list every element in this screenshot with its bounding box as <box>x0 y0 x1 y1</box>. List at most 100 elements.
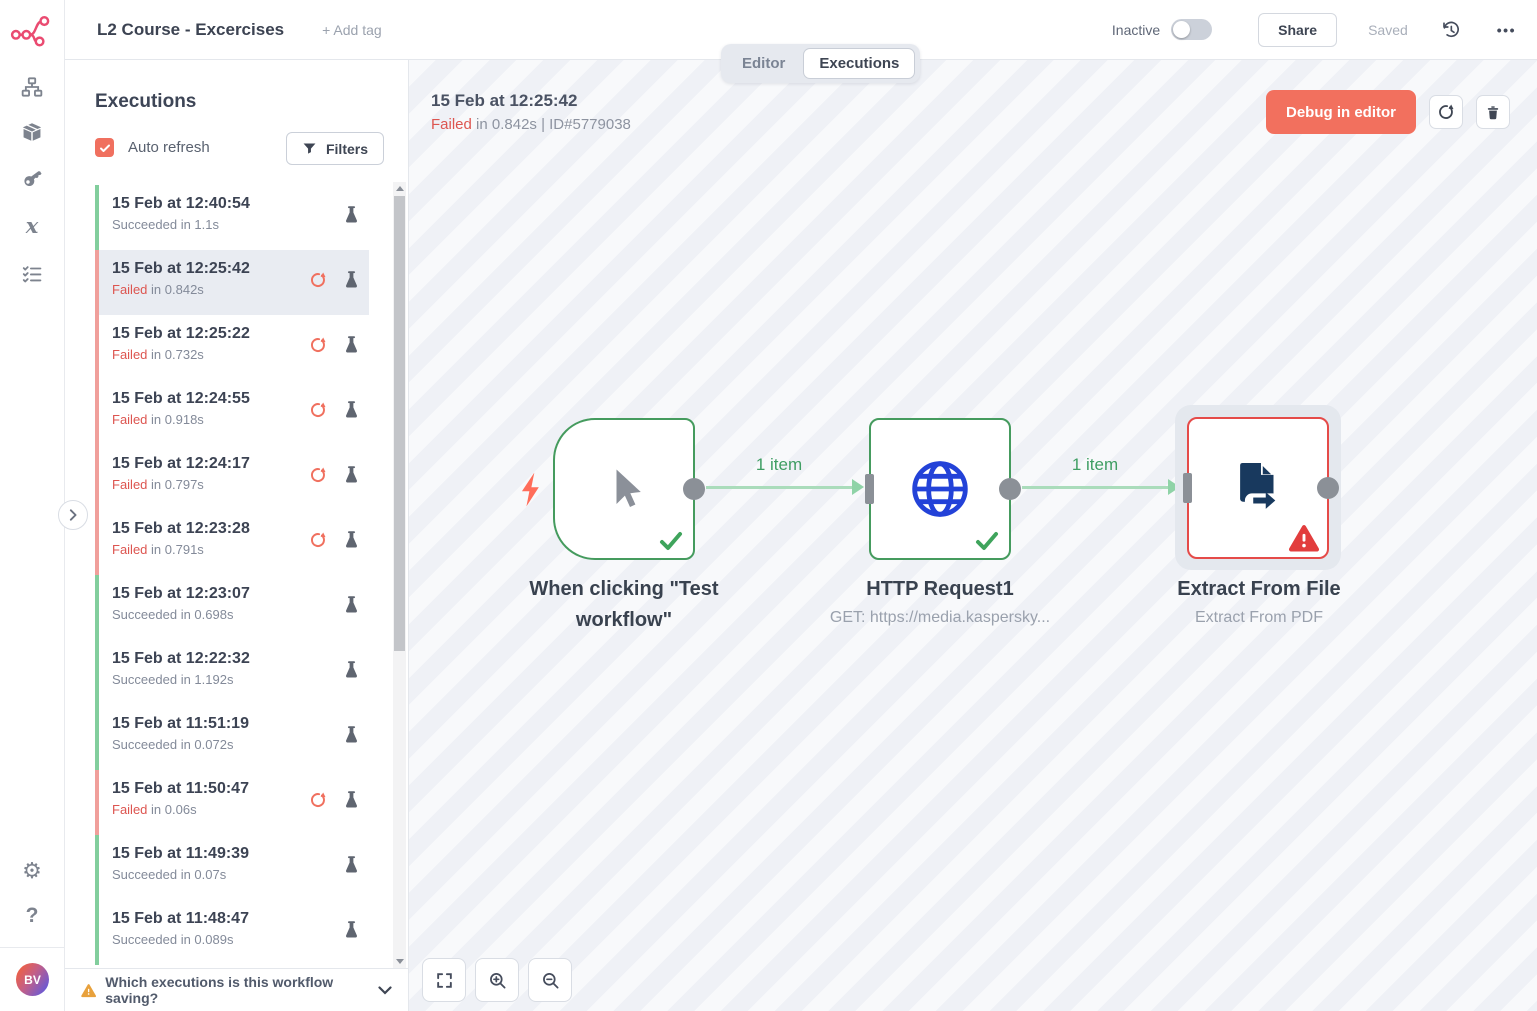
workflow-canvas[interactable]: 15 Feb at 12:25:42 Failed in 0.842s | ID… <box>409 60 1537 1011</box>
retry-icon[interactable] <box>309 271 327 289</box>
user-avatar[interactable]: BV <box>16 963 49 996</box>
panel-collapse-button[interactable] <box>58 500 88 530</box>
execution-status: Succeeded <box>112 932 177 947</box>
execution-item[interactable]: 15 Feb at 11:48:47 Succeeded in 0.089s <box>95 900 369 965</box>
execution-status: Failed <box>112 412 147 427</box>
execution-time: 15 Feb at 12:40:54 <box>112 195 369 213</box>
execution-item[interactable]: 15 Feb at 12:25:22 Failed in 0.732s <box>95 315 369 380</box>
tab-editor[interactable]: Editor <box>726 48 801 79</box>
execution-item[interactable]: 15 Feb at 12:22:32 Succeeded in 1.192s <box>95 640 369 705</box>
sidebar-item-workflows[interactable] <box>0 76 64 98</box>
execution-item[interactable]: 15 Feb at 11:49:39 Succeeded in 0.07s <box>95 835 369 900</box>
activation-toggle[interactable] <box>1171 19 1212 40</box>
workflow-title[interactable]: L2 Course - Excercises <box>97 20 284 40</box>
filters-button[interactable]: Filters <box>286 132 384 165</box>
execution-item[interactable]: 15 Feb at 11:50:47 Failed in 0.06s <box>95 770 369 835</box>
node-label: HTTP Request1 GET: https://media.kaspers… <box>800 574 1080 631</box>
execution-item[interactable]: 15 Feb at 12:24:55 Failed in 0.918s <box>95 380 369 445</box>
debug-flask-icon[interactable] <box>344 596 359 614</box>
filters-label: Filters <box>326 141 368 157</box>
debug-flask-icon[interactable] <box>344 466 359 484</box>
variables-icon: x <box>26 215 39 236</box>
scrollbar-thumb[interactable] <box>394 196 405 651</box>
debug-flask-icon[interactable] <box>344 271 359 289</box>
debug-flask-icon[interactable] <box>344 206 359 224</box>
auto-refresh-checkbox[interactable]: Auto refresh <box>95 138 210 157</box>
node-subtitle: GET: https://media.kaspersky... <box>800 606 1080 631</box>
execution-item[interactable]: 15 Feb at 11:51:19 Succeeded in 0.072s <box>95 705 369 770</box>
retry-icon[interactable] <box>309 531 327 549</box>
debug-flask-icon[interactable] <box>344 401 359 419</box>
node-manual-trigger[interactable] <box>553 418 695 560</box>
retry-icon[interactable] <box>309 336 327 354</box>
debug-in-editor-button[interactable]: Debug in editor <box>1266 90 1416 134</box>
scroll-up-arrow[interactable] <box>393 182 406 195</box>
delete-execution-button[interactable] <box>1476 95 1510 129</box>
settings-button[interactable]: ⚙ <box>0 860 64 882</box>
debug-flask-icon[interactable] <box>344 791 359 809</box>
canvas-controls <box>422 958 572 1002</box>
executions-saving-info[interactable]: Which executions is this workflow saving… <box>65 968 408 1011</box>
scroll-down-arrow[interactable] <box>393 955 406 968</box>
execution-duration: in 0.698s <box>181 607 234 622</box>
debug-flask-icon[interactable] <box>344 726 359 744</box>
executions-scrollbar[interactable] <box>393 182 406 968</box>
execution-status: Failed <box>112 477 147 492</box>
retry-icon <box>1437 103 1455 121</box>
execution-status: Failed <box>112 542 147 557</box>
execution-status: Failed <box>112 347 147 362</box>
retry-icon[interactable] <box>309 466 327 484</box>
trigger-bolt-icon <box>518 471 545 508</box>
add-tag-button[interactable]: + Add tag <box>322 22 382 38</box>
sidebar-item-variables[interactable]: x <box>0 215 64 236</box>
success-check-icon <box>659 531 683 551</box>
execution-time: 15 Feb at 12:23:07 <box>112 585 369 603</box>
sidebar-item-all-executions[interactable] <box>0 263 64 285</box>
retry-execution-button[interactable] <box>1429 95 1463 129</box>
n8n-logo-icon[interactable] <box>9 13 55 49</box>
history-icon[interactable] <box>1441 20 1461 40</box>
run-status: Failed <box>431 116 472 133</box>
share-button[interactable]: Share <box>1258 13 1337 47</box>
zoom-out-button[interactable] <box>528 958 572 1002</box>
execution-time: 15 Feb at 11:49:39 <box>112 845 369 863</box>
execution-status: Failed <box>112 802 147 817</box>
execution-item[interactable]: 15 Feb at 12:23:07 Succeeded in 0.698s <box>95 575 369 640</box>
execution-item[interactable]: 15 Feb at 12:40:54 Succeeded in 1.1s <box>95 185 369 250</box>
execution-item[interactable]: 15 Feb at 12:23:28 Failed in 0.791s <box>95 510 369 575</box>
execution-duration: in 0.797s <box>151 477 204 492</box>
execution-status: Failed <box>112 282 147 297</box>
execution-duration: in 0.072s <box>181 737 234 752</box>
tab-executions[interactable]: Executions <box>803 48 915 79</box>
node-name: When clicking "Test workflow" <box>484 574 764 636</box>
debug-flask-icon[interactable] <box>344 856 359 874</box>
execution-item-selected[interactable]: 15 Feb at 12:25:42 Failed in 0.842s <box>95 250 369 315</box>
zoom-in-button[interactable] <box>475 958 519 1002</box>
debug-flask-icon[interactable] <box>344 921 359 939</box>
connection-line <box>1022 486 1169 489</box>
node-name: Extract From File <box>1119 574 1399 605</box>
sidebar-item-credentials[interactable] <box>0 167 64 189</box>
retry-icon[interactable] <box>309 401 327 419</box>
execution-duration: in 1.1s <box>181 217 219 232</box>
debug-flask-icon[interactable] <box>344 336 359 354</box>
node-name: HTTP Request1 <box>800 574 1080 605</box>
connection-arrow-icon <box>852 479 864 495</box>
run-meta: in 0.842s | ID#5779038 <box>476 116 631 133</box>
auto-refresh-label: Auto refresh <box>128 139 210 156</box>
execution-item[interactable]: 15 Feb at 12:24:17 Failed in 0.797s <box>95 445 369 510</box>
execution-duration: in 0.791s <box>151 542 204 557</box>
zoom-to-fit-button[interactable] <box>422 958 466 1002</box>
execution-time: 15 Feb at 11:51:19 <box>112 715 369 733</box>
help-button[interactable]: ? <box>0 905 64 926</box>
debug-flask-icon[interactable] <box>344 531 359 549</box>
retry-icon[interactable] <box>309 791 327 809</box>
debug-flask-icon[interactable] <box>344 661 359 679</box>
sidebar-item-templates[interactable] <box>0 121 64 143</box>
app-sidebar: x ⚙ ? BV <box>0 0 65 1011</box>
node-extract-from-file[interactable] <box>1187 417 1329 559</box>
more-options-icon[interactable]: ••• <box>1497 22 1516 38</box>
output-connector <box>999 478 1021 500</box>
activation-status-label: Inactive <box>1112 22 1160 38</box>
node-http-request[interactable] <box>869 418 1011 560</box>
